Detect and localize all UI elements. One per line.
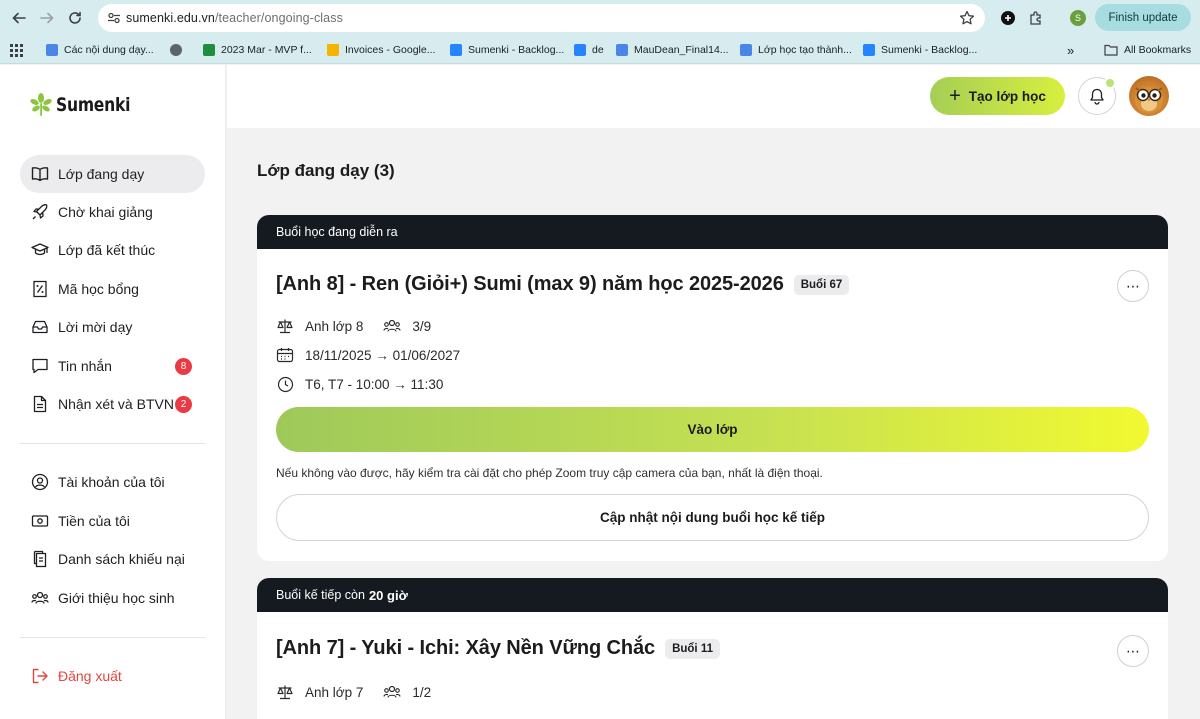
reload-button[interactable] (64, 7, 86, 29)
page-title: Lớp đang dạy (3) (257, 161, 395, 180)
bookmark-item[interactable]: Các nội dung dạy... (46, 41, 154, 59)
bookmark-item[interactable] (170, 41, 188, 59)
class-title-row: [Anh 8] - Ren (Giỏi+) Sumi (max 9) năm h… (276, 273, 850, 296)
sidebar-divider (20, 637, 205, 638)
class-card: Buổi học đang diễn ra [Anh 8] - Ren (Giỏ… (257, 215, 1168, 561)
session-badge: Buổi 11 (665, 638, 720, 659)
class-status-bar: Buổi học đang diễn ra (257, 215, 1168, 249)
address-bar[interactable]: sumenki.edu.vn/teacher/ongoing-class (98, 4, 985, 32)
scale-icon (276, 317, 294, 335)
folder-icon (1104, 44, 1118, 56)
plus-icon: + (949, 85, 961, 107)
rocket-icon (31, 203, 49, 221)
class-title[interactable]: [Anh 8] - Ren (Giỏi+) Sumi (max 9) năm h… (276, 273, 784, 296)
browser-toolbar: sumenki.edu.vn/teacher/ongoing-class S F… (0, 0, 1200, 36)
class-status-bar: Buổi kế tiếp còn 20 giờ (257, 578, 1168, 612)
user-circle-icon (31, 473, 49, 491)
class-subject-row: Anh lớp 7 1/2 (276, 683, 431, 701)
book-open-icon (31, 165, 49, 183)
sidebar-item-complaints[interactable]: Danh sách khiếu nại (20, 540, 205, 578)
create-class-button[interactable]: + Tạo lớp học (930, 77, 1065, 115)
update-next-lesson-button[interactable]: Cập nhật nội dung buổi học kế tiếp (276, 494, 1149, 541)
sumenki-logo-icon (30, 93, 52, 116)
logout-button[interactable]: Đăng xuất (20, 657, 205, 695)
site-settings-icon[interactable] (107, 11, 121, 25)
sidebar-item-my-money[interactable]: Tiền của tôi (20, 502, 205, 540)
coupon-icon (31, 280, 49, 298)
arrow-left-icon (12, 12, 26, 24)
students-icon (383, 317, 401, 335)
bookmark-star-icon[interactable] (959, 10, 975, 26)
class-card: Buổi kế tiếp còn 20 giờ [Anh 7] - Yuki -… (257, 578, 1168, 719)
all-bookmarks-button[interactable]: All Bookmarks (1104, 41, 1191, 59)
sidebar-item-teaching-classes[interactable]: Lớp đang dạy (20, 155, 205, 193)
bookmark-item[interactable]: Invoices - Google... (327, 41, 435, 59)
class-date-row: 18/11/2025 → 01/06/2027 (276, 346, 460, 364)
bookmarks-bar: Các nội dung dạy... 2023 Mar - MVP f... … (0, 36, 1200, 64)
bookmark-item[interactable]: 2023 Mar - MVP f... (203, 41, 312, 59)
more-options-button[interactable]: ⋯ (1117, 635, 1149, 667)
user-avatar[interactable] (1129, 76, 1169, 116)
brand-name: Sumenki (56, 94, 131, 116)
sidebar-item-refer-students[interactable]: Giới thiệu học sinh (20, 579, 205, 617)
bookmark-item[interactable]: Sumenki - Backlog... (450, 41, 564, 59)
notification-indicator (1104, 77, 1116, 89)
sidebar-item-messages[interactable]: Tin nhắn 8 (20, 347, 205, 385)
finish-update-button[interactable]: Finish update (1095, 4, 1191, 31)
sidebar-item-finished[interactable]: Lớp đã kết thúc (20, 231, 205, 269)
bookmark-item[interactable]: Sumenki - Backlog... (863, 41, 977, 59)
extension-icon[interactable] (998, 8, 1018, 28)
class-title-row: [Anh 7] - Yuki - Ichi: Xây Nền Vững Chắc… (276, 637, 720, 660)
clock-icon (276, 375, 294, 393)
class-schedule-row: T6, T7 - 10:00 → 11:30 (276, 375, 443, 393)
more-bookmarks-button[interactable]: » (1067, 41, 1074, 59)
sidebar-item-my-account[interactable]: Tài khoản của tôi (20, 463, 205, 501)
bookmark-item[interactable]: Lớp học tạo thành... (740, 41, 852, 59)
class-subject-row: Anh lớp 8 3/9 (276, 317, 431, 335)
graduation-cap-icon (31, 241, 49, 259)
apps-grid-icon[interactable] (10, 41, 23, 59)
owl-avatar-icon (1135, 87, 1163, 113)
sidebar: Sumenki Lớp đang dạy Chờ khai giảng Lớp … (0, 65, 226, 719)
complaint-icon (31, 550, 49, 568)
class-title[interactable]: [Anh 7] - Yuki - Ichi: Xây Nền Vững Chắc (276, 637, 655, 660)
sidebar-divider (20, 443, 205, 444)
join-class-button[interactable]: Vào lớp (276, 407, 1149, 452)
back-button[interactable] (8, 7, 30, 29)
money-icon (31, 512, 49, 530)
sidebar-item-upcoming[interactable]: Chờ khai giảng (20, 193, 205, 231)
document-icon (31, 395, 49, 413)
sidebar-item-invitations[interactable]: Lời mời dạy (20, 308, 205, 346)
zoom-hint-text: Nếu không vào được, hãy kiểm tra cài đặt… (276, 466, 823, 480)
sidebar-item-reviews-homework[interactable]: Nhận xét và BTVN 2 (20, 385, 205, 423)
logout-icon (31, 667, 49, 685)
students-icon (383, 683, 401, 701)
more-options-button[interactable]: ⋯ (1117, 270, 1149, 302)
unread-badge: 8 (175, 358, 192, 375)
session-badge: Buổi 67 (793, 274, 850, 295)
url-text: sumenki.edu.vn/teacher/ongoing-class (126, 11, 343, 25)
sidebar-item-scholarship-code[interactable]: Mã học bổng (20, 270, 205, 308)
profile-avatar[interactable]: S (1070, 10, 1086, 26)
scale-icon (276, 683, 294, 701)
arrow-right-icon (40, 12, 54, 24)
ellipsis-icon: ⋯ (1126, 642, 1140, 659)
inbox-icon (31, 318, 49, 336)
puzzle-extensions-icon[interactable] (1026, 8, 1046, 28)
pending-badge: 2 (175, 396, 192, 413)
brand-logo[interactable]: Sumenki (30, 93, 146, 117)
calendar-icon (276, 346, 294, 364)
bookmark-item[interactable]: MauDean_Final14... (616, 41, 729, 59)
forward-button[interactable] (36, 7, 58, 29)
message-icon (31, 357, 49, 375)
reload-icon (69, 11, 81, 24)
users-icon (31, 589, 49, 607)
bookmark-item[interactable]: de (574, 41, 604, 59)
bell-icon (1090, 88, 1104, 105)
ellipsis-icon: ⋯ (1126, 277, 1140, 294)
